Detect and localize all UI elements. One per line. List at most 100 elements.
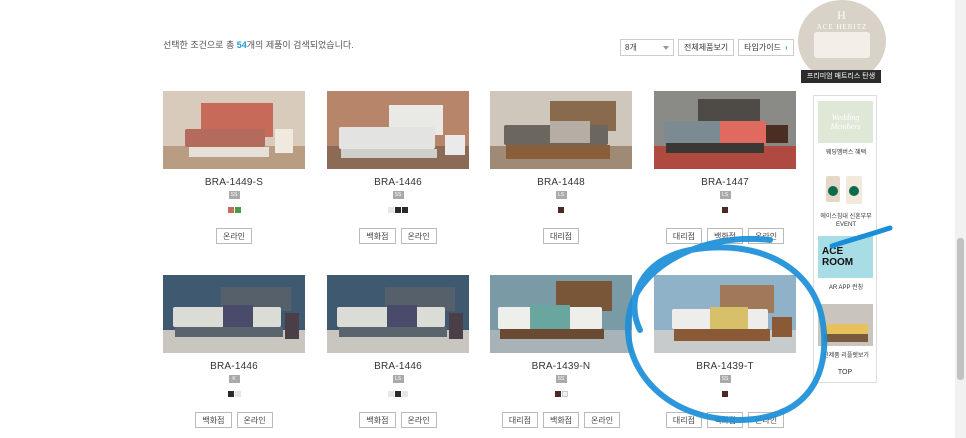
result-suffix: 개의 제품이 검색되었습니다. [246,40,354,50]
color-swatches [327,391,469,397]
color-swatch[interactable] [234,391,241,397]
product-name[interactable]: BRA-1446 [327,361,469,372]
online-button[interactable]: 온라인 [400,412,437,428]
product-card[interactable]: BRA-1439-T SS 대리점 백화점 온라인 [654,275,796,428]
department-store-button[interactable]: 백화점 [195,412,232,428]
channel-buttons: 대리점 백화점 온라인 [654,412,796,428]
quick-menu-label: AR APP 런칭 [828,285,864,291]
department-store-button[interactable]: 백화점 [542,412,580,428]
product-image[interactable] [327,91,469,169]
color-swatch[interactable] [554,391,561,397]
product-name[interactable]: BRA-1449-S [163,177,305,188]
product-image[interactable] [163,275,305,353]
color-swatches [163,207,305,213]
color-swatch[interactable] [722,391,728,397]
online-button[interactable]: 온라인 [584,412,621,428]
online-button[interactable]: 온라인 [748,412,785,428]
color-swatch[interactable] [561,391,568,397]
chevron-down-icon [663,45,669,50]
product-name[interactable]: BRA-1439-T [654,361,796,372]
dealer-button[interactable]: 대리점 [665,228,702,244]
color-swatch[interactable] [227,207,234,213]
product-image[interactable] [163,91,305,169]
product-name[interactable]: BRA-1448 [490,177,632,188]
product-name[interactable]: BRA-1439-N [490,361,632,372]
scrollbar-thumb[interactable] [957,238,964,380]
per-page-select[interactable]: 8개 [620,39,674,56]
product-name[interactable]: BRA-1446 [163,361,305,372]
quick-menu-wedding[interactable]: Wedding Members 웨딩멤버스 혜택 [818,101,874,156]
department-store-button[interactable]: 백화점 [706,412,744,428]
product-image[interactable] [490,91,632,169]
color-swatch[interactable] [388,391,394,397]
channel-buttons: 대리점 백화점 온라인 [654,228,796,244]
online-button[interactable]: 온라인 [236,412,273,428]
result-prefix: 선택한 조건으로 총 [163,40,237,50]
online-button[interactable]: 온라인 [215,228,253,244]
type-guide-button[interactable]: 타입가이드 › [738,39,794,56]
quick-menu-event[interactable]: 에이스침대 신혼부부 EVENT [818,168,874,230]
channel-buttons: 백화점 온라인 [327,228,469,244]
product-name[interactable]: BRA-1446 [327,177,469,188]
online-button[interactable]: 온라인 [748,228,785,244]
event-thumbnail[interactable] [818,168,873,210]
color-swatches [490,391,632,397]
department-store-button[interactable]: 백화점 [359,228,396,244]
product-image[interactable] [490,275,632,353]
product-image[interactable] [654,91,796,169]
channel-buttons: 백화점 온라인 [327,412,469,428]
product-card[interactable]: BRA-1448 LS 대리점 [490,91,632,244]
quick-menu-ar-app[interactable]: ACE ROOM AR APP 런칭 [818,236,874,291]
product-card[interactable]: BRA-1439-N SS 대리점 백화점 온라인 [490,275,632,428]
wedding-members-thumbnail[interactable]: Wedding Members [818,101,873,143]
result-summary: 선택한 조건으로 총 54개의 제품이 검색되었습니다. [163,38,354,51]
top-button[interactable]: TOP [814,369,876,376]
color-swatch[interactable] [558,207,564,213]
size-badge: LS [719,191,731,199]
heritz-logo-text: ACE HERITZ [816,23,868,31]
color-swatches [654,207,796,213]
online-button[interactable]: 온라인 [400,228,437,244]
color-swatch[interactable] [234,207,241,213]
ace-room-thumbnail[interactable]: ACE ROOM [818,236,873,278]
per-page-value: 8개 [625,43,637,52]
product-name[interactable]: BRA-1447 [654,177,796,188]
color-swatch[interactable] [402,207,408,213]
heritz-logo: H ACE HERITZ [798,8,886,31]
quick-menu-label: 웨딩멤버스 혜택 [825,150,867,156]
color-swatch[interactable] [388,207,394,213]
quick-menu-leaflet[interactable]: 신제품 리플렛보기 [818,304,874,359]
product-image[interactable] [654,275,796,353]
color-swatch[interactable] [227,391,234,397]
size-badge: SS [392,191,404,199]
view-all-button[interactable]: 전체제품보기 [678,39,735,56]
product-card[interactable]: BRA-1446 LS 백화점 온라인 [327,275,469,428]
size-badge: K [228,375,240,383]
color-swatches [163,391,305,397]
product-card[interactable]: BRA-1446 SS 백화점 온라인 [327,91,469,244]
color-swatch[interactable] [722,207,728,213]
color-swatch[interactable] [402,391,408,397]
channel-buttons: 온라인 [163,228,305,244]
color-swatch[interactable] [395,391,401,397]
product-card[interactable]: BRA-1447 LS 대리점 백화점 온라인 [654,91,796,244]
channel-buttons: 대리점 백화점 온라인 [490,412,632,428]
product-card[interactable]: BRA-1446 K 백화점 온라인 [163,275,305,428]
dealer-button[interactable]: 대리점 [501,412,538,428]
dealer-button[interactable]: 대리점 [542,228,580,244]
size-badge: LS [392,375,404,383]
premium-mattress-banner[interactable]: 프리미엄 매트리스 탄생 [801,70,881,83]
ace-room-thumb-text: ACE ROOM [822,246,854,268]
color-swatch[interactable] [395,207,401,213]
quick-menu-label: 에이스침대 신혼부부 EVENT [820,214,872,228]
department-store-button[interactable]: 백화점 [706,228,744,244]
color-swatches [327,207,469,213]
product-image[interactable] [327,275,469,353]
department-store-button[interactable]: 백화점 [359,412,396,428]
result-count: 54 [236,40,247,50]
dealer-button[interactable]: 대리점 [665,412,702,428]
leaflet-thumbnail[interactable] [818,304,873,346]
chevron-right-icon: › [784,43,788,52]
quick-menu: Wedding Members 웨딩멤버스 혜택 에이스침대 신혼부부 EVEN… [813,95,877,383]
product-card[interactable]: BRA-1449-S SS 온라인 [163,91,305,244]
